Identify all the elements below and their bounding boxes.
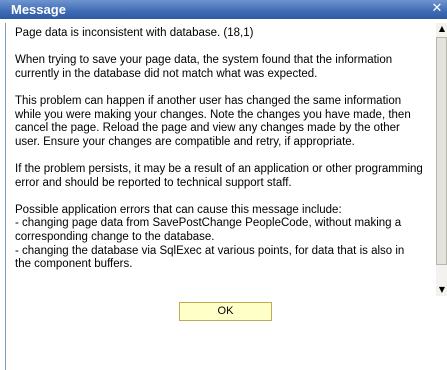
error-item-2: - changing the database via SqlExec at v… — [15, 244, 405, 271]
scroll-thumb[interactable] — [436, 37, 447, 265]
scroll-down-arrow-icon[interactable]: ▼ — [436, 284, 447, 296]
dialog-title: Message — [11, 2, 66, 17]
close-icon[interactable]: ✕ — [431, 2, 443, 15]
message-paragraph-4: If the problem persists, it may be a res… — [15, 162, 423, 189]
dialog-body: Page data is inconsistent with database.… — [5, 23, 447, 370]
message-paragraph-2: When trying to save your page data, the … — [15, 54, 393, 80]
vertical-scrollbar[interactable]: ▲ ▼ — [436, 23, 447, 296]
scroll-up-arrow-icon[interactable]: ▲ — [436, 23, 447, 35]
errors-intro: Possible application errors that can cau… — [15, 203, 342, 216]
message-area: Page data is inconsistent with database.… — [6, 23, 431, 296]
dialog-titlebar: Message ✕ — [0, 0, 447, 19]
error-item-1: - changing page data from SavePostChange… — [15, 217, 402, 243]
message-text: Page data is inconsistent with database.… — [6, 27, 423, 272]
message-paragraph-1: Page data is inconsistent with database.… — [15, 27, 254, 39]
errors-block: Possible application errors that can cau… — [15, 204, 423, 272]
message-paragraph-3: This problem can happen if another user … — [15, 94, 411, 148]
ok-button[interactable]: OK — [179, 302, 272, 321]
